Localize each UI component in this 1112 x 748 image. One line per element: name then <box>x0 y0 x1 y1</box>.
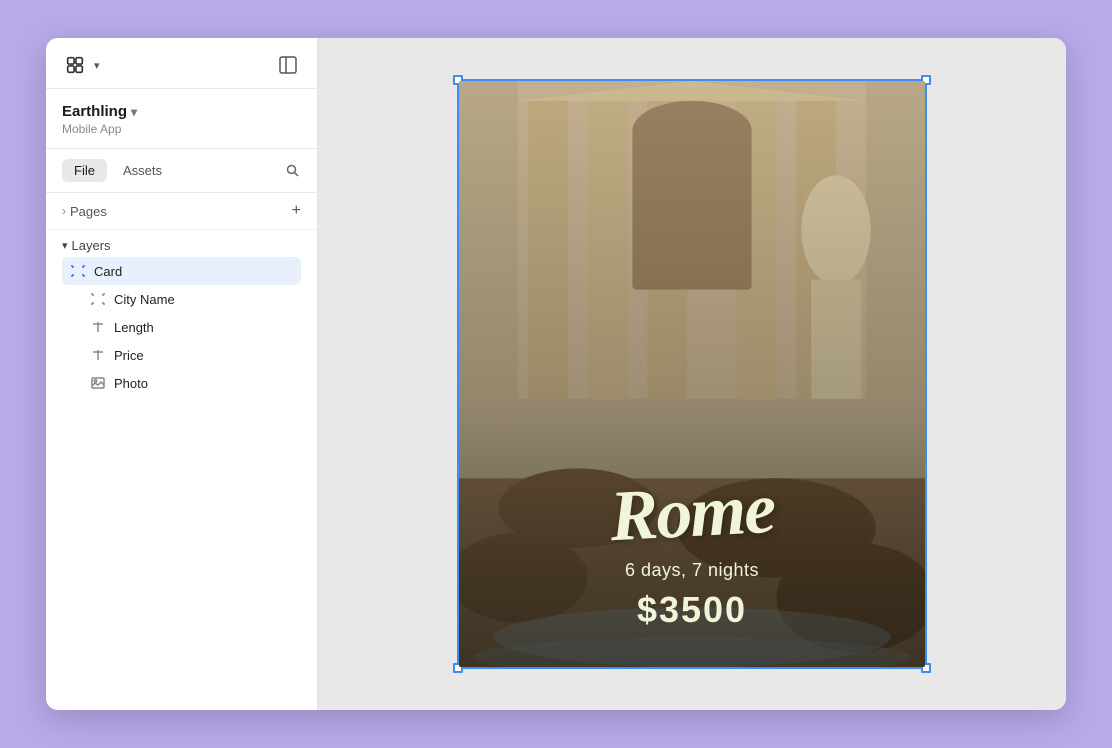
project-name-chevron: ▾ <box>131 105 137 119</box>
length-text: 6 days, 7 nights <box>625 560 759 581</box>
card-text-overlay: Rome 6 days, 7 nights $3500 <box>459 456 925 667</box>
card-content: Rome 6 days, 7 nights $3500 <box>459 81 925 667</box>
layer-item-price[interactable]: Price <box>62 341 301 369</box>
layer-item-city-name[interactable]: City Name <box>62 285 301 313</box>
layer-photo-name: Photo <box>114 376 148 391</box>
tab-file[interactable]: File <box>62 159 107 182</box>
project-name-label: Earthling <box>62 103 127 120</box>
layers-list: Card <box>62 257 301 397</box>
search-button[interactable] <box>285 163 301 179</box>
tab-assets[interactable]: Assets <box>111 159 174 182</box>
logo-area[interactable]: ▾ <box>62 52 100 78</box>
price-text: $3500 <box>637 589 747 631</box>
card-frame[interactable]: Rome 6 days, 7 nights $3500 <box>457 79 927 669</box>
layer-price-name: Price <box>114 348 144 363</box>
component-icon <box>90 291 106 307</box>
figma-logo-icon <box>62 52 88 78</box>
logo-dropdown-chevron: ▾ <box>94 59 100 72</box>
text-icon <box>90 319 106 335</box>
city-name-text: Rome <box>608 472 776 552</box>
layers-section: ▾ Layers <box>46 230 317 401</box>
app-window: ▾ Earthling ▾ Mobile App File Assets <box>46 38 1066 710</box>
add-page-button[interactable]: + <box>292 203 301 219</box>
layer-cityname-name: City Name <box>114 292 175 307</box>
layer-item-length[interactable]: Length <box>62 313 301 341</box>
frame-icon <box>70 263 86 279</box>
file-assets-tabbar: File Assets <box>46 149 317 193</box>
text-icon-2 <box>90 347 106 363</box>
sidebar-topbar: ▾ <box>46 38 317 89</box>
pages-section: › Pages + <box>46 193 317 230</box>
layer-card-name: Card <box>94 264 122 279</box>
layer-length-name: Length <box>114 320 154 335</box>
layer-item-card[interactable]: Card <box>62 257 301 285</box>
pages-chevron-icon: › <box>62 204 66 218</box>
image-icon <box>90 375 106 391</box>
layers-label-text: Layers <box>72 238 111 253</box>
layers-chevron-icon: ▾ <box>62 239 68 252</box>
sidebar: ▾ Earthling ▾ Mobile App File Assets <box>46 38 318 710</box>
project-name-button[interactable]: Earthling ▾ <box>62 103 301 120</box>
layers-toggle[interactable]: ▾ Layers <box>62 238 301 253</box>
layer-item-photo[interactable]: Photo <box>62 369 301 397</box>
project-type-label: Mobile App <box>62 122 301 136</box>
layout-toggle-button[interactable] <box>275 52 301 78</box>
project-info: Earthling ▾ Mobile App <box>46 89 317 149</box>
pages-toggle[interactable]: › Pages <box>62 204 107 219</box>
main-canvas[interactable]: Rome 6 days, 7 nights $3500 <box>318 38 1066 710</box>
pages-label-text: Pages <box>70 204 107 219</box>
